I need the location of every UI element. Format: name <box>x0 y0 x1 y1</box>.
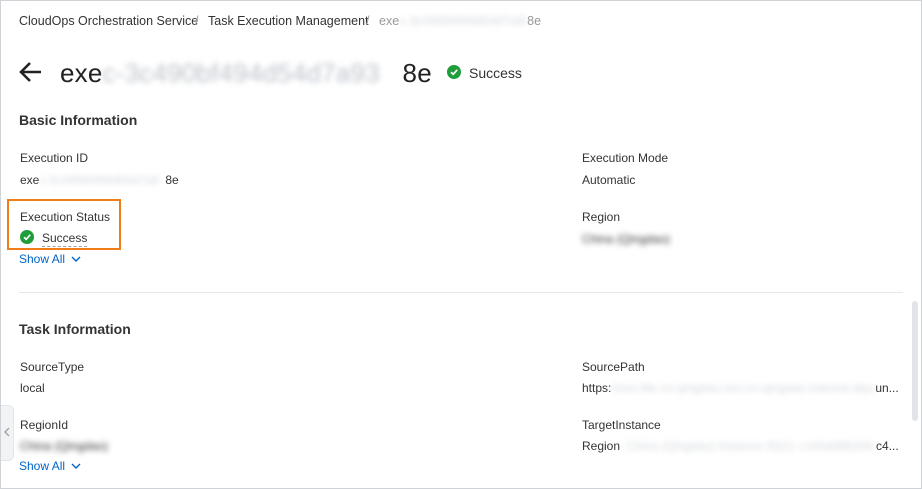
breadcrumb-current: exec-3c490bf494d54d7a938e <box>379 14 541 28</box>
execution-mode-label: Execution Mode <box>582 151 669 165</box>
region-id-value-redacted: China (Qingdao) <box>20 439 108 453</box>
page-title-redacted: c-3c490bf494d54d7a93 <box>102 58 380 88</box>
execution-id-label: Execution ID <box>20 151 89 165</box>
basic-info-show-all-link[interactable]: Show All <box>19 252 81 266</box>
source-type-value: local <box>20 381 45 395</box>
task-info-title: Task Information <box>19 321 131 337</box>
execution-status-value[interactable]: Success <box>42 231 88 247</box>
execution-id-prefix: exe <box>20 173 40 187</box>
execution-id-redacted: c-3c490bf494d54d7a9 <box>39 173 159 187</box>
target-instance-label: TargetInstance <box>582 418 661 432</box>
execution-id-suffix: 8e <box>165 173 179 187</box>
breadcrumb-current-redacted: c-3c490bf494d54d7a93 <box>399 14 528 28</box>
page-title-suffix: 8e <box>402 58 432 88</box>
source-type-label: SourceType <box>20 360 85 374</box>
source-path-redacted: //oos-file-cn-qingdao.oss-cn-qingdao-int… <box>611 381 876 395</box>
breadcrumb-item-service[interactable]: CloudOps Orchestration Service <box>19 14 198 28</box>
breadcrumb-separator: / <box>366 14 370 28</box>
chevron-left-icon <box>4 427 10 440</box>
page-title-prefix: exe <box>60 58 103 88</box>
basic-info-title: Basic Information <box>19 112 138 128</box>
success-check-icon <box>20 230 34 244</box>
side-panel-toggle[interactable] <box>1 405 14 461</box>
target-instance-suffix: c4... <box>876 439 899 453</box>
execution-status-label: Execution Status <box>20 210 111 224</box>
page-title: exec-3c490bf494d54d7a93 8e <box>60 58 432 89</box>
chevron-down-icon <box>71 252 81 266</box>
source-path-suffix: un... <box>875 381 899 395</box>
region-id-label: RegionId <box>20 418 69 432</box>
task-info-show-all-link[interactable]: Show All <box>19 459 81 473</box>
success-check-icon <box>447 65 461 79</box>
chevron-down-icon <box>71 459 81 473</box>
execution-id-value: exec-3c490bf494d54d7a9 8e <box>20 173 179 187</box>
breadcrumb-current-prefix: exe <box>379 14 400 28</box>
breadcrumb-item-task-execution[interactable]: Task Execution Management <box>208 14 369 28</box>
header-status-text: Success <box>469 65 522 81</box>
target-instance-value: Region: China (Qingdao) Instance ID(1): … <box>582 439 899 453</box>
source-path-label: SourcePath <box>582 360 645 374</box>
basic-info-show-all-label: Show All <box>19 252 66 266</box>
back-arrow-icon[interactable] <box>18 59 44 85</box>
execution-mode-value: Automatic <box>582 173 636 187</box>
region-value-redacted: China (Qingdao) <box>582 232 670 246</box>
breadcrumb-separator: / <box>195 14 199 28</box>
region-label: Region <box>582 210 621 224</box>
source-path-prefix: https: <box>582 381 612 395</box>
task-info-show-all-label: Show All <box>19 459 66 473</box>
section-divider <box>19 292 903 293</box>
target-instance-redacted: : China (Qingdao) Instance ID(1): i-m5eb… <box>620 439 877 453</box>
target-instance-prefix: Region <box>582 439 621 453</box>
breadcrumb-current-suffix: 8e <box>527 14 542 28</box>
source-path-value: https://oos-file-cn-qingdao.oss-cn-qingd… <box>582 381 899 395</box>
scrollbar-thumb[interactable] <box>912 301 918 421</box>
